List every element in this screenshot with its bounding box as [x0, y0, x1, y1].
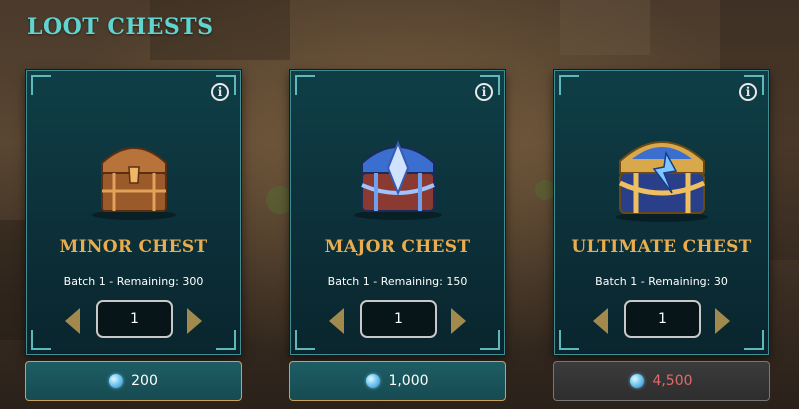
minor-chest-image — [92, 147, 176, 220]
buy-major-chest-button[interactable]: 1,000 — [289, 361, 506, 401]
price-label: 1,000 — [388, 373, 429, 389]
info-icon[interactable]: i — [211, 83, 229, 101]
chest-name: MINOR CHEST — [59, 237, 208, 257]
chevron-left-icon[interactable] — [329, 308, 344, 334]
card-corner-ornament — [216, 330, 236, 350]
batch-remaining-text: Batch 1 - Remaining: 150 — [327, 275, 468, 288]
gem-icon — [366, 374, 381, 388]
chevron-right-icon[interactable] — [715, 308, 730, 334]
chevron-right-icon[interactable] — [187, 308, 202, 334]
chest-card-minor: i MINOR CHEST Batch 1 - Remaining: 300 — [26, 70, 241, 355]
info-icon[interactable]: i — [475, 83, 493, 101]
buy-ultimate-chest-button[interactable]: 4,500 — [553, 361, 770, 401]
gem-icon — [109, 374, 124, 388]
price-label: 4,500 — [652, 373, 693, 389]
chest-name: MAJOR CHEST — [324, 237, 471, 257]
gem-icon — [630, 374, 645, 388]
chest-name: ULTIMATE CHEST — [571, 237, 752, 257]
quantity-input[interactable] — [360, 300, 437, 338]
batch-remaining-text: Batch 1 - Remaining: 300 — [63, 275, 204, 288]
batch-remaining-text: Batch 1 - Remaining: 30 — [595, 275, 728, 288]
page-title: LOOT CHESTS — [27, 14, 214, 40]
chest-card-major: i MAJOR CHEST Batch 1 - Remaining: 150 — [290, 70, 505, 355]
card-corner-ornament — [559, 75, 579, 95]
card-corner-ornament — [480, 330, 500, 350]
chest-card-ultimate: i ULTIMATE CHEST Batch 1 - Remaining: 30 — [554, 70, 769, 355]
card-corner-ornament — [295, 75, 315, 95]
buy-minor-chest-button[interactable]: 200 — [25, 361, 242, 401]
chevron-left-icon[interactable] — [593, 308, 608, 334]
price-label: 200 — [131, 373, 158, 389]
card-corner-ornament — [31, 75, 51, 95]
card-corner-ornament — [295, 330, 315, 350]
chevron-right-icon[interactable] — [451, 308, 466, 334]
chevron-left-icon[interactable] — [65, 308, 80, 334]
card-corner-ornament — [744, 330, 764, 350]
major-chest-image — [354, 140, 442, 220]
card-corner-ornament — [559, 330, 579, 350]
info-icon[interactable]: i — [739, 83, 757, 101]
card-corner-ornament — [31, 330, 51, 350]
quantity-input[interactable] — [624, 300, 701, 338]
ultimate-chest-image — [616, 141, 708, 222]
quantity-input[interactable] — [96, 300, 173, 338]
